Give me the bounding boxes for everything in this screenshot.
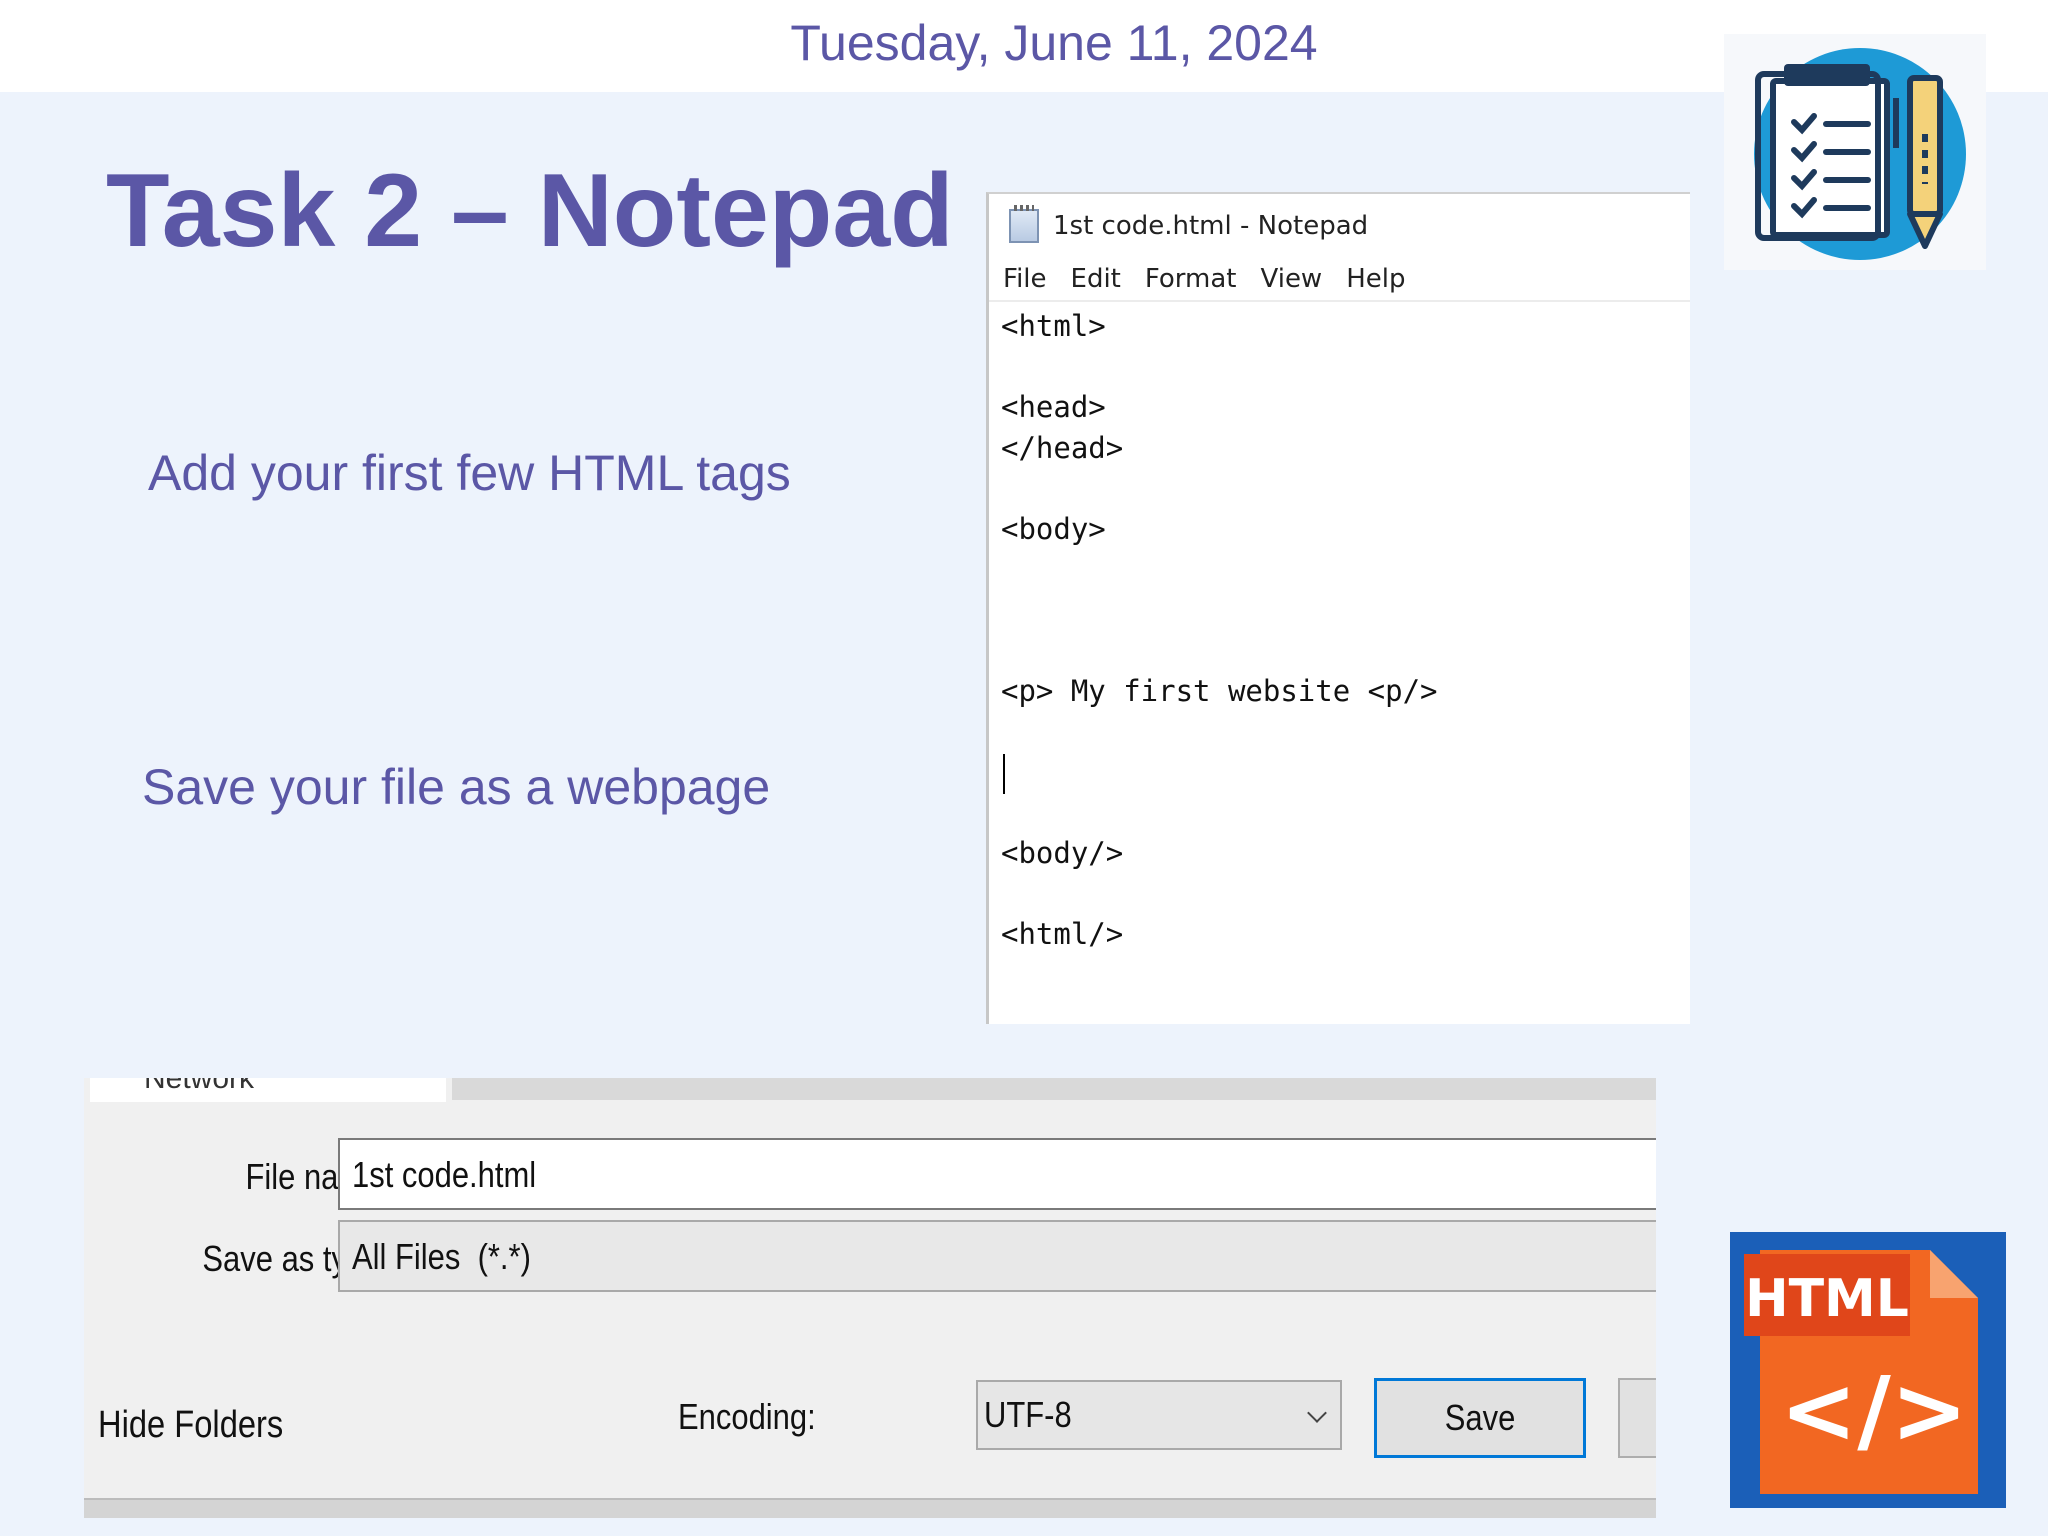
menu-file[interactable]: File xyxy=(1003,264,1047,294)
cancel-button[interactable] xyxy=(1618,1378,1656,1458)
notepad-editor[interactable]: <html> <head> </head> <body> <p> My firs… xyxy=(1001,306,1680,954)
code-line: <html/> xyxy=(1001,916,1124,951)
code-line: </head> xyxy=(1001,430,1124,465)
checklist-clipboard-icon xyxy=(1754,48,1966,260)
hide-folders-button[interactable]: Hide Folders xyxy=(98,1404,283,1447)
file-name-value: 1st code.html xyxy=(352,1154,537,1195)
chevron-down-icon xyxy=(1307,1403,1327,1423)
encoding-label: Encoding: xyxy=(678,1396,816,1437)
menu-view[interactable]: View xyxy=(1261,264,1323,294)
encoding-select[interactable]: UTF-8 xyxy=(976,1380,1342,1450)
save-as-type-select[interactable]: All Files (*.*) xyxy=(338,1220,1656,1292)
dialog-bottom-edge xyxy=(84,1498,1656,1518)
text-caret xyxy=(1003,753,1005,794)
notepad-menubar: File Edit Format View Help xyxy=(989,258,1690,302)
code-line: <html> xyxy=(1001,309,1106,343)
checklist-tile xyxy=(1724,34,1986,270)
code-line: <head> xyxy=(1001,390,1106,424)
encoding-value: UTF-8 xyxy=(984,1394,1072,1435)
instruction-save-file: Save your file as a webpage xyxy=(142,759,771,815)
notepad-titlebar[interactable]: 1st code.html - Notepad xyxy=(989,194,1690,258)
save-as-dialog: Network ▾ ‹ File name: 1st code.html Sav… xyxy=(84,1078,1656,1518)
instruction-add-tags: Add your first few HTML tags xyxy=(148,445,791,501)
navigation-strip: Network ▾ ‹ xyxy=(84,1078,1656,1104)
slide-title: Task 2 – Notepad xyxy=(106,153,954,269)
menu-edit[interactable]: Edit xyxy=(1071,264,1121,294)
notepad-window-title: 1st code.html - Notepad xyxy=(1053,211,1369,241)
html-icon-label: HTML xyxy=(1745,1269,1909,1329)
html-file-icon: HTML </> xyxy=(1730,1232,2006,1508)
menu-format[interactable]: Format xyxy=(1145,264,1237,294)
save-as-type-value: All Files (*.*) xyxy=(352,1236,531,1277)
save-button[interactable]: Save xyxy=(1374,1378,1586,1458)
notepad-window[interactable]: 1st code.html - Notepad File Edit Format… xyxy=(986,192,1690,1024)
text-caret-line xyxy=(1001,752,1680,794)
code-line: <body> xyxy=(1001,511,1106,546)
save-button-label: Save xyxy=(1444,1397,1516,1438)
code-line: <p> My first website <p/> xyxy=(1001,673,1438,708)
html-icon-glyph: </> xyxy=(1780,1357,1968,1464)
file-name-input[interactable]: 1st code.html xyxy=(338,1138,1656,1210)
nav-location-network[interactable]: Network xyxy=(90,1078,446,1102)
menu-help[interactable]: Help xyxy=(1346,264,1405,294)
horizontal-scrollbar[interactable] xyxy=(452,1078,1656,1100)
code-line: <body/> xyxy=(1001,835,1124,870)
notepad-app-icon xyxy=(1009,205,1039,243)
